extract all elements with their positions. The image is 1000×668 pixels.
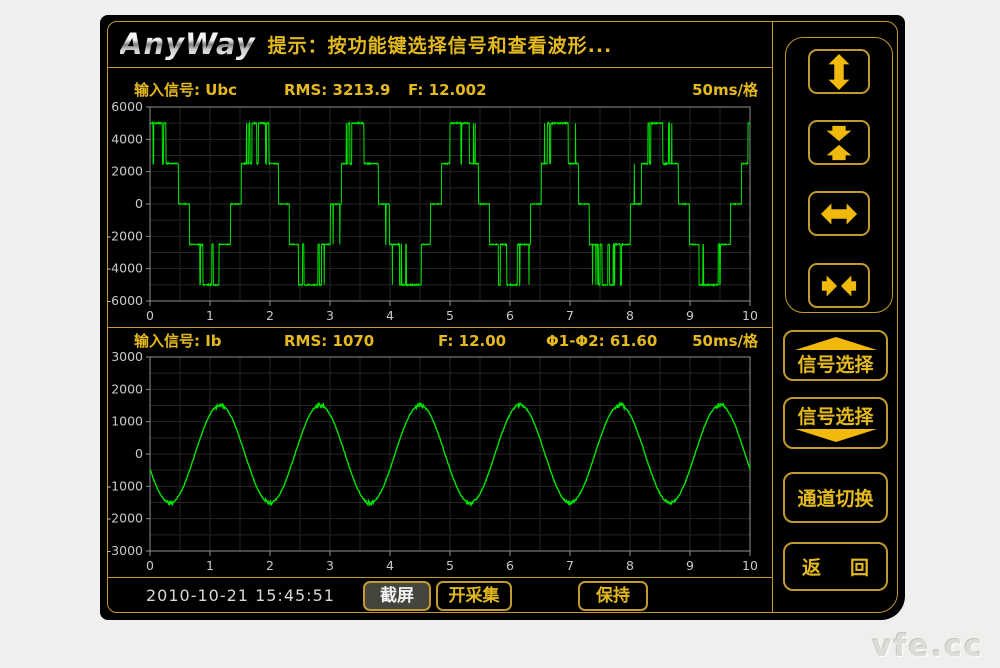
- signal-select-down-label: 信号选择: [797, 402, 873, 429]
- back-label-left: 返: [802, 553, 821, 580]
- signal-select-up-button[interactable]: 信号选择: [783, 330, 888, 381]
- svg-text:-3000: -3000: [108, 543, 143, 558]
- svg-text:2000: 2000: [111, 381, 143, 396]
- svg-text:10: 10: [742, 308, 758, 323]
- channel1-frequency-value: F: 12.002: [408, 79, 487, 101]
- header: AnyWay 提示：按功能键选择信号和查看波形...: [108, 21, 772, 68]
- svg-text:6: 6: [506, 558, 514, 573]
- compress-vertical-icon: [820, 124, 858, 162]
- waveform-chart-ubc: 0 1 2 3 4 5 6 7 8 9 10 6000 4000 2000 0 -2000 -4000 -6000: [108, 99, 768, 325]
- svg-text:0: 0: [146, 558, 154, 573]
- svg-text:-2000: -2000: [108, 228, 143, 243]
- waveform-chart-ib: 0 1 2 3 4 5 6 7 8 9 10 3000 2000 1000 0 -1000 -2000 -3000: [108, 349, 768, 575]
- watermark: vfe.cc: [872, 629, 984, 664]
- start-acquire-button[interactable]: 开采集: [436, 581, 512, 611]
- horizontal-compress-button[interactable]: [808, 263, 870, 308]
- device-screen: AnyWay 提示：按功能键选择信号和查看波形... 输入信号: Ubc RMS…: [100, 15, 905, 620]
- svg-text:0: 0: [135, 196, 143, 211]
- chart-divider: [108, 327, 772, 328]
- svg-text:8: 8: [626, 308, 634, 323]
- horizontal-expand-button[interactable]: [808, 191, 870, 236]
- expand-horizontal-icon: [820, 195, 858, 233]
- svg-text:-4000: -4000: [108, 261, 143, 276]
- expand-vertical-icon: [820, 53, 858, 91]
- svg-text:-2000: -2000: [108, 511, 143, 526]
- signal-select-down-button[interactable]: 信号选择: [783, 397, 888, 449]
- signal-select-up-label: 信号选择: [797, 350, 873, 377]
- svg-text:9: 9: [686, 308, 694, 323]
- svg-text:2: 2: [266, 308, 274, 323]
- svg-text:6: 6: [506, 308, 514, 323]
- svg-text:4: 4: [386, 558, 394, 573]
- channel1-rms-value: RMS: 3213.9: [284, 79, 390, 101]
- back-button[interactable]: 返 回: [783, 542, 888, 591]
- svg-text:10: 10: [742, 558, 758, 573]
- function-sidebar: 信号选择 信号选择 通道切换 返 回: [772, 21, 898, 613]
- channel1-info-row: 输入信号: Ubc RMS: 3213.9 F: 12.002 50ms/格: [108, 79, 772, 101]
- compress-horizontal-icon: [820, 267, 858, 305]
- vertical-compress-button[interactable]: [808, 120, 870, 165]
- svg-text:4: 4: [386, 308, 394, 323]
- svg-text:1000: 1000: [111, 414, 143, 429]
- channel-switch-button[interactable]: 通道切换: [783, 472, 888, 523]
- svg-text:2000: 2000: [111, 164, 143, 179]
- footer-bar: 2010-10-21 15:45:51 截屏 开采集 保持: [108, 578, 772, 620]
- channel-switch-label: 通道切换: [797, 484, 873, 511]
- svg-text:9: 9: [686, 558, 694, 573]
- back-label-right: 回: [850, 553, 869, 580]
- channel1-signal-label: 输入信号: Ubc: [134, 79, 237, 101]
- svg-text:3: 3: [326, 558, 334, 573]
- svg-text:7: 7: [566, 308, 574, 323]
- triangle-up-icon: [795, 337, 877, 350]
- svg-text:5: 5: [446, 558, 454, 573]
- svg-text:1: 1: [206, 558, 214, 573]
- svg-text:2: 2: [266, 558, 274, 573]
- svg-text:8: 8: [626, 558, 634, 573]
- timestamp: 2010-10-21 15:45:51: [146, 586, 335, 605]
- svg-text:6000: 6000: [111, 99, 143, 114]
- triangle-down-icon: [795, 429, 877, 442]
- scale-button-group: [785, 37, 893, 313]
- svg-text:0: 0: [146, 308, 154, 323]
- channel1-timebase: 50ms/格: [692, 79, 758, 101]
- screenshot-button[interactable]: 截屏: [363, 581, 431, 611]
- svg-text:4000: 4000: [111, 131, 143, 146]
- svg-text:1: 1: [206, 308, 214, 323]
- svg-text:-1000: -1000: [108, 478, 143, 493]
- anyway-logo: AnyWay: [120, 27, 256, 61]
- hold-button[interactable]: 保持: [578, 581, 648, 611]
- svg-text:3000: 3000: [111, 349, 143, 364]
- hint-text: 提示：按功能键选择信号和查看波形...: [268, 31, 613, 58]
- svg-text:0: 0: [135, 446, 143, 461]
- svg-text:3: 3: [326, 308, 334, 323]
- page: AnyWay 提示：按功能键选择信号和查看波形... 输入信号: Ubc RMS…: [0, 0, 1000, 668]
- svg-text:7: 7: [566, 558, 574, 573]
- vertical-expand-button[interactable]: [808, 49, 870, 94]
- svg-text:-6000: -6000: [108, 293, 143, 308]
- svg-text:5: 5: [446, 308, 454, 323]
